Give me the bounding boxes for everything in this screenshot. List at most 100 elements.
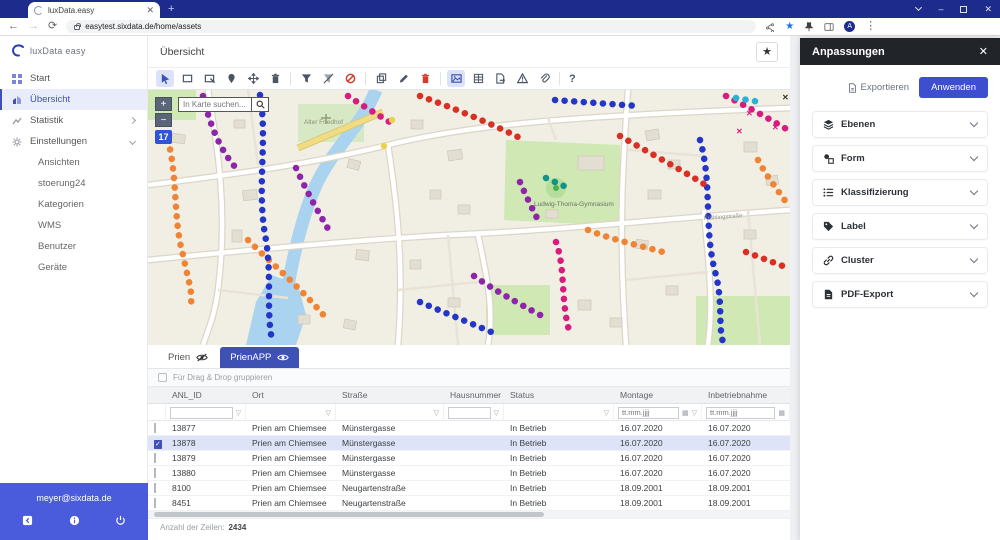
column-header[interactable]: ANL_ID xyxy=(166,390,246,400)
new-tab-button[interactable]: + xyxy=(168,3,174,15)
search-icon[interactable] xyxy=(252,97,269,112)
accordion-ebenen[interactable]: Ebenen xyxy=(812,111,988,138)
sidebar-item-einstellungen[interactable]: Einstellungen xyxy=(0,131,147,152)
export-button[interactable]: Exportieren xyxy=(848,82,910,93)
sidebar-item-uebersicht[interactable]: Übersicht xyxy=(0,89,147,110)
rectangle-select-icon[interactable] xyxy=(178,70,196,87)
sidebar-subitem-ansichten[interactable]: Ansichten xyxy=(0,152,147,173)
select-pointer-icon[interactable] xyxy=(156,70,174,87)
tab-close-icon[interactable]: ✕ xyxy=(146,5,154,16)
forward-icon[interactable]: → xyxy=(28,21,39,32)
filter-date-montage[interactable] xyxy=(618,407,679,419)
filter-off-icon[interactable] xyxy=(319,70,337,87)
group-drop-zone[interactable]: Für Drag & Drop gruppieren xyxy=(148,369,790,387)
row-checkbox[interactable] xyxy=(154,468,156,478)
map-viewport[interactable]: ✕✕✕ ✕ Alter Friedhof Ludwig-Thoma-Gymnas… xyxy=(148,90,790,345)
calendar-icon[interactable]: ▦ xyxy=(682,409,689,417)
sidebar-subitem-benutzer[interactable]: Benutzer xyxy=(0,236,147,257)
filter-icon[interactable] xyxy=(297,70,315,87)
delete-red-icon[interactable] xyxy=(416,70,434,87)
sidebar-subitem-stoerung24[interactable]: stoerung24 xyxy=(0,173,147,194)
accordion-pdf-export[interactable]: PDF-Export xyxy=(812,281,988,308)
info-icon[interactable] xyxy=(69,515,80,526)
accordion-form[interactable]: Form xyxy=(812,145,988,172)
sidebar-subitem-kategorien[interactable]: Kategorien xyxy=(0,194,147,215)
filter-funnel-icon[interactable]: ▽ xyxy=(692,409,697,417)
minimize-button[interactable]: – xyxy=(938,4,943,14)
table-row[interactable]: 8451 Prien am Chiemsee Neugartenstraße I… xyxy=(148,496,790,511)
filter-date-inbetriebnahme[interactable] xyxy=(706,407,775,419)
delete-icon[interactable] xyxy=(266,70,284,87)
table-row[interactable]: 13879 Prien am Chiemsee Münstergasse In … xyxy=(148,451,790,466)
accordion-label-section[interactable]: Label xyxy=(812,213,988,240)
reload-icon[interactable]: ⟳ xyxy=(48,21,57,32)
column-header[interactable]: Ort xyxy=(246,390,336,400)
share-icon[interactable] xyxy=(765,22,775,32)
polygon-edit-icon[interactable] xyxy=(200,70,218,87)
collapse-icon[interactable] xyxy=(22,515,33,526)
filter-funnel-icon[interactable]: ▽ xyxy=(236,409,241,417)
profile-avatar[interactable]: A xyxy=(844,21,855,32)
table-row[interactable]: 13877 Prien am Chiemsee Münstergasse In … xyxy=(148,421,790,436)
filter-input-hausnummer[interactable] xyxy=(448,407,491,419)
filter-funnel-icon[interactable]: ▽ xyxy=(494,409,499,417)
panel-close-icon[interactable]: ✕ xyxy=(979,45,988,58)
filter-funnel-icon[interactable]: ▽ xyxy=(326,409,331,417)
help-button[interactable]: ? xyxy=(566,73,579,85)
maximize-button[interactable] xyxy=(960,6,967,13)
tab-prien[interactable]: Prien xyxy=(158,347,218,368)
add-marker-icon[interactable] xyxy=(222,70,240,87)
edit-pencil-icon[interactable] xyxy=(394,70,412,87)
horizontal-scrollbar[interactable] xyxy=(148,511,790,518)
move-icon[interactable] xyxy=(244,70,262,87)
accordion-klassifizierung[interactable]: Klassifizierung xyxy=(812,179,988,206)
file-export-icon[interactable] xyxy=(491,70,509,87)
apply-button[interactable]: Anwenden xyxy=(919,77,988,98)
logout-power-icon[interactable] xyxy=(115,515,126,526)
sidebar-item-statistik[interactable]: Statistik xyxy=(0,110,147,131)
filter-funnel-icon[interactable]: ▽ xyxy=(604,409,609,417)
browser-tab[interactable]: luxData.easy ✕ xyxy=(28,2,160,18)
favorite-star-button[interactable]: ★ xyxy=(756,42,778,62)
attachment-icon[interactable] xyxy=(535,70,553,87)
extension-pin-icon[interactable] xyxy=(804,22,814,32)
sidebar-item-start[interactable]: Start xyxy=(0,68,147,89)
accordion-cluster[interactable]: Cluster xyxy=(812,247,988,274)
warning-icon[interactable] xyxy=(513,70,531,87)
column-header[interactable]: Hausnummer xyxy=(444,390,504,400)
close-button[interactable]: ✕ xyxy=(984,4,992,15)
tab-prienapp[interactable]: PrienAPP xyxy=(220,347,299,368)
sidebar-subitem-wms[interactable]: WMS xyxy=(0,215,147,236)
browser-menu-icon[interactable]: ⋮ xyxy=(865,21,876,32)
row-checkbox-checked[interactable]: ✓ xyxy=(154,440,162,449)
row-checkbox[interactable] xyxy=(154,498,156,508)
url-field[interactable]: easytest.sixdata.de/home/assets xyxy=(66,20,756,33)
filter-funnel-icon[interactable]: ▽ xyxy=(434,409,439,417)
grid-view-icon[interactable] xyxy=(469,70,487,87)
side-panel-icon[interactable] xyxy=(824,22,834,32)
table-row[interactable]: 13880 Prien am Chiemsee Münstergasse In … xyxy=(148,466,790,481)
row-checkbox[interactable] xyxy=(154,483,156,493)
copy-icon[interactable] xyxy=(372,70,390,87)
scrollbar-thumb[interactable] xyxy=(154,512,544,517)
map-label-cemetery: Alter Friedhof xyxy=(304,119,343,126)
filter-input-anlid[interactable] xyxy=(170,407,233,419)
sidebar-subitem-geraete[interactable]: Geräte xyxy=(0,257,147,278)
image-view-icon[interactable] xyxy=(447,70,465,87)
column-header[interactable]: Status xyxy=(504,390,614,400)
column-header[interactable]: Montage xyxy=(614,390,702,400)
table-row-selected[interactable]: ✓ 13878 Prien am Chiemsee Münstergasse I… xyxy=(148,436,790,451)
calendar-icon[interactable]: ▦ xyxy=(778,409,785,417)
column-header[interactable]: Straße xyxy=(336,390,444,400)
row-checkbox[interactable] xyxy=(154,423,156,433)
back-icon[interactable]: ← xyxy=(8,21,19,32)
block-icon[interactable] xyxy=(341,70,359,87)
map-search-input[interactable] xyxy=(178,97,252,112)
table-row[interactable]: 8100 Prien am Chiemsee Neugartenstraße I… xyxy=(148,481,790,496)
zoom-in-button[interactable]: + xyxy=(155,97,172,111)
column-header[interactable]: Inbetriebnahme xyxy=(702,390,790,400)
zoom-out-button[interactable]: − xyxy=(155,113,172,127)
bookmark-star-icon[interactable]: ★ xyxy=(785,21,794,32)
window-menu-icon[interactable] xyxy=(915,4,922,11)
row-checkbox[interactable] xyxy=(154,453,156,463)
